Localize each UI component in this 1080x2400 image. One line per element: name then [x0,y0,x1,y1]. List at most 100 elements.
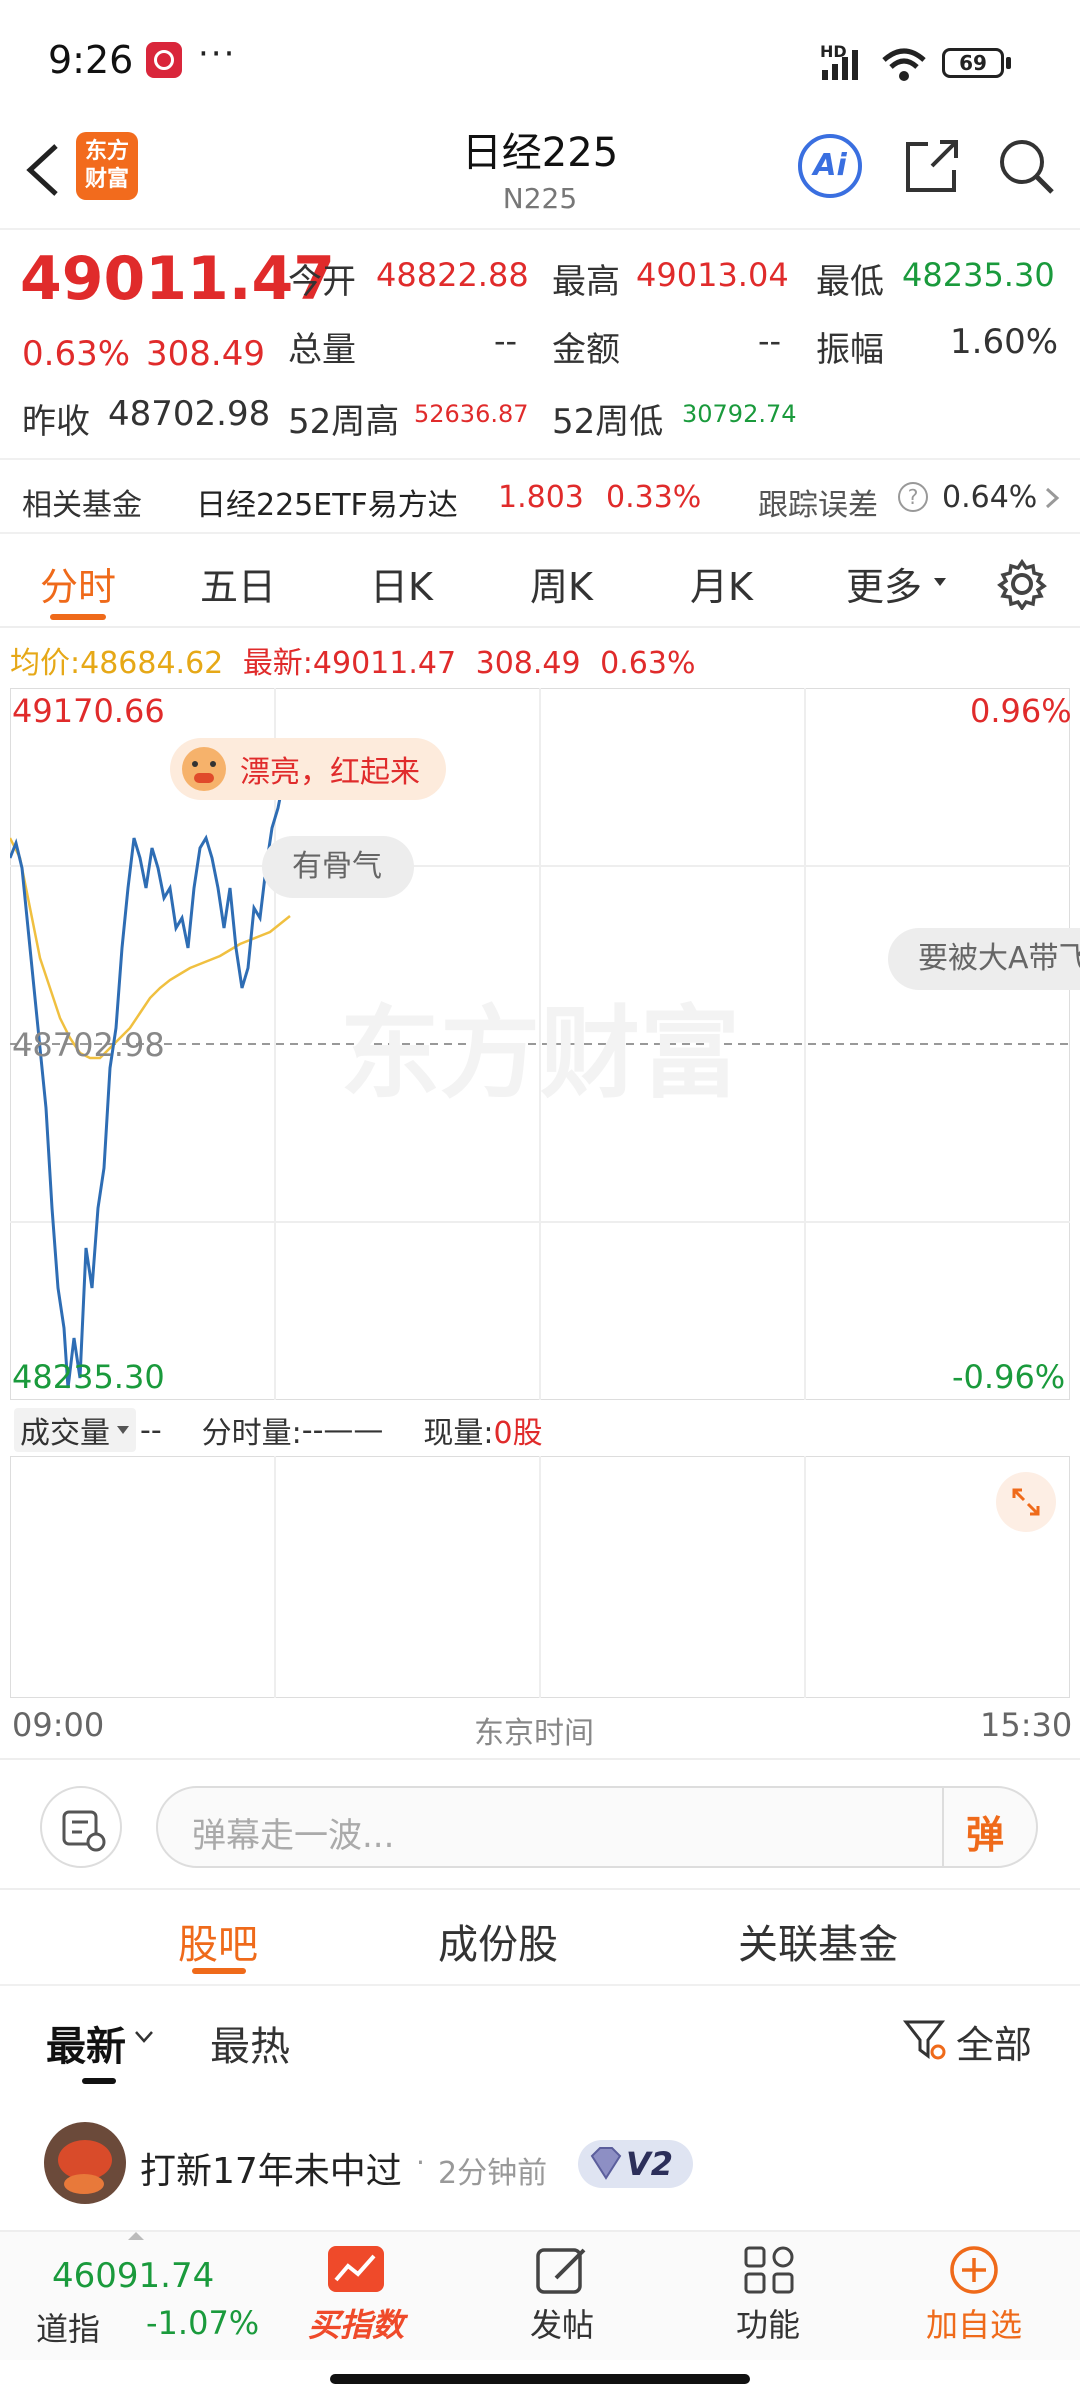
help-icon[interactable]: ? [898,482,928,512]
dropdown-arrow-icon [934,578,946,586]
cow-emoji-icon [182,747,226,791]
back-icon[interactable] [20,140,64,200]
danmu-bubble[interactable]: 漂亮，红起来 [170,738,446,800]
post-username[interactable]: 打新17年未中过 [140,2142,402,2194]
page-title: 日经225 [461,130,619,176]
open-value: 48822.88 [376,256,529,294]
nav-functions[interactable]: 功能 [708,2244,828,2346]
ai-label: Ai [813,148,847,183]
sort-active-indicator [82,2078,116,2084]
nav-post[interactable]: 发帖 [502,2244,622,2346]
danmu-send-button[interactable]: 弹 [966,1804,1004,1859]
related-fund-label: 相关基金 [22,488,142,523]
prev-close-label: 昨收 [22,402,90,442]
filter-icon[interactable] [902,2018,948,2062]
tab-monthly-k[interactable]: 月K [690,556,753,611]
price-chart[interactable]: 东方财富 [10,688,1070,1400]
fullscreen-button[interactable] [996,1472,1056,1532]
volume-chart[interactable] [10,1456,1070,1698]
ai-assistant-button[interactable]: Ai [798,134,862,198]
tab-constituents[interactable]: 成份股 [438,1912,558,1970]
caret-up-icon [128,2232,144,2240]
diamond-icon [590,2147,622,2180]
chart-tabs: 分时 五日 日K 周K 月K 更多 [0,536,1080,628]
nav-buy-index[interactable]: 买指数 [296,2244,416,2346]
home-indicator [330,2374,750,2384]
related-fund-name[interactable]: 日经225ETF易方达 [196,480,458,524]
tab-five-day[interactable]: 五日 [200,556,276,611]
avg-price-value: 48684.62 [80,646,224,681]
nav-add-watchlist[interactable]: 加自选 [914,2244,1034,2346]
low-value: 48235.30 [902,256,1055,294]
latest-pct-change: 0.63% [600,646,696,681]
share-icon[interactable] [900,134,964,198]
tab-daily-k[interactable]: 日K [370,556,433,611]
dropdown-arrow-icon [117,1426,129,1434]
search-icon[interactable] [994,134,1058,198]
tab-weekly-k[interactable]: 周K [530,556,593,611]
filter-label[interactable]: 全部 [956,2014,1032,2069]
w52-low-label: 52周低 [552,402,664,442]
minute-volume-label: 分时量: [201,1416,302,1451]
chart-info-line: 均价:48684.62 最新:49011.47 308.49 0.63% [10,638,695,682]
level-badge: V2 [578,2140,694,2188]
tab-related-funds[interactable]: 关联基金 [738,1912,898,1970]
grid-apps-icon [744,2246,794,2294]
danmu-bubble[interactable]: 要被大A带飞 [888,928,1080,990]
w52-high-label: 52周高 [288,402,400,442]
sort-hot[interactable]: 最热 [210,2014,290,2072]
volume-dash: -- [140,1412,162,1448]
chevron-right-icon [1045,487,1060,509]
chevron-down-icon [135,2031,153,2043]
danmu-bubble[interactable]: 有骨气 [262,836,414,898]
dow-index-pct[interactable]: -1.07% [146,2304,259,2342]
page-subtitle: N225 [502,182,578,215]
intraday-chart-area: 均价:48684.62 最新:49011.47 308.49 0.63% 东方财… [0,628,1080,1758]
quote-panel: 49011.47 0.63% 308.49 昨收 48702.98 今开 488… [0,228,1080,458]
volume-label: 总量 [288,330,356,370]
avatar[interactable] [44,2122,126,2204]
dot-separator: · [416,2146,425,2179]
related-fund-bar[interactable]: 相关基金 日经225ETF易方达 1.803 0.33% 跟踪误差 ? 0.64… [0,458,1080,534]
dow-index-label[interactable]: 道指 [36,2304,100,2350]
volume-indicator-select[interactable]: 成交量 [14,1408,136,1452]
minute-volume-value: --—— [301,1412,384,1448]
avg-price-label: 均价: [10,646,81,681]
time-axis-start: 09:00 [12,1706,105,1744]
danmu-input[interactable]: 弹幕走一波... 弹 [156,1786,1038,1868]
battery-tip [1006,57,1011,69]
low-label: 最低 [816,262,884,302]
settings-gear-icon[interactable] [996,558,1048,610]
post-item[interactable]: 打新17年未中过 · 2分钟前 V2 [0,2090,1080,2230]
pct-axis-top-label: 0.96% [970,692,1072,730]
pct-axis-bottom-label: -0.96% [952,1358,1066,1396]
change-percent: 0.63% [22,334,131,374]
bottom-navigation: 46091.74 道指 -1.07% 买指数 发帖 功能 加自选 [0,2230,1080,2360]
amount-label: 金额 [552,330,620,370]
high-value: 49013.04 [636,256,789,294]
volume-header: 成交量 -- 分时量: --—— 现量: 0股 [14,1408,543,1452]
danmu-settings-button[interactable] [40,1786,122,1868]
level-badge-text: V2 [626,2145,674,2183]
latest-value: 49011.47 [312,646,457,681]
tab-stock-forum[interactable]: 股吧 [178,1912,258,1970]
related-fund-price: 1.803 [498,480,584,515]
change-amount: 308.49 [146,334,265,374]
latest-abs-change: 308.49 [475,646,581,681]
wifi-icon [882,48,926,81]
tab-active-indicator [50,614,106,620]
app-notification-icon [146,42,182,78]
prev-close-value: 48702.98 [108,394,271,434]
volume-value: -- [494,322,518,360]
dow-index-value[interactable]: 46091.74 [52,2256,214,2296]
related-fund-pct: 0.33% [606,480,702,515]
y-axis-mid-label: 48702.98 [12,1026,165,1064]
tab-more[interactable]: 更多 [846,556,922,611]
sort-latest[interactable]: 最新 [46,2014,126,2072]
danmu-placeholder: 弹幕走一波... [192,1816,395,1856]
time-axis-end: 15:30 [980,1706,1073,1744]
danmu-input-bar: 弹幕走一波... 弹 [0,1758,1080,1890]
tab-intraday[interactable]: 分时 [40,556,116,611]
tracking-error-value: 0.64% [942,480,1038,515]
amount-value: -- [758,322,782,360]
